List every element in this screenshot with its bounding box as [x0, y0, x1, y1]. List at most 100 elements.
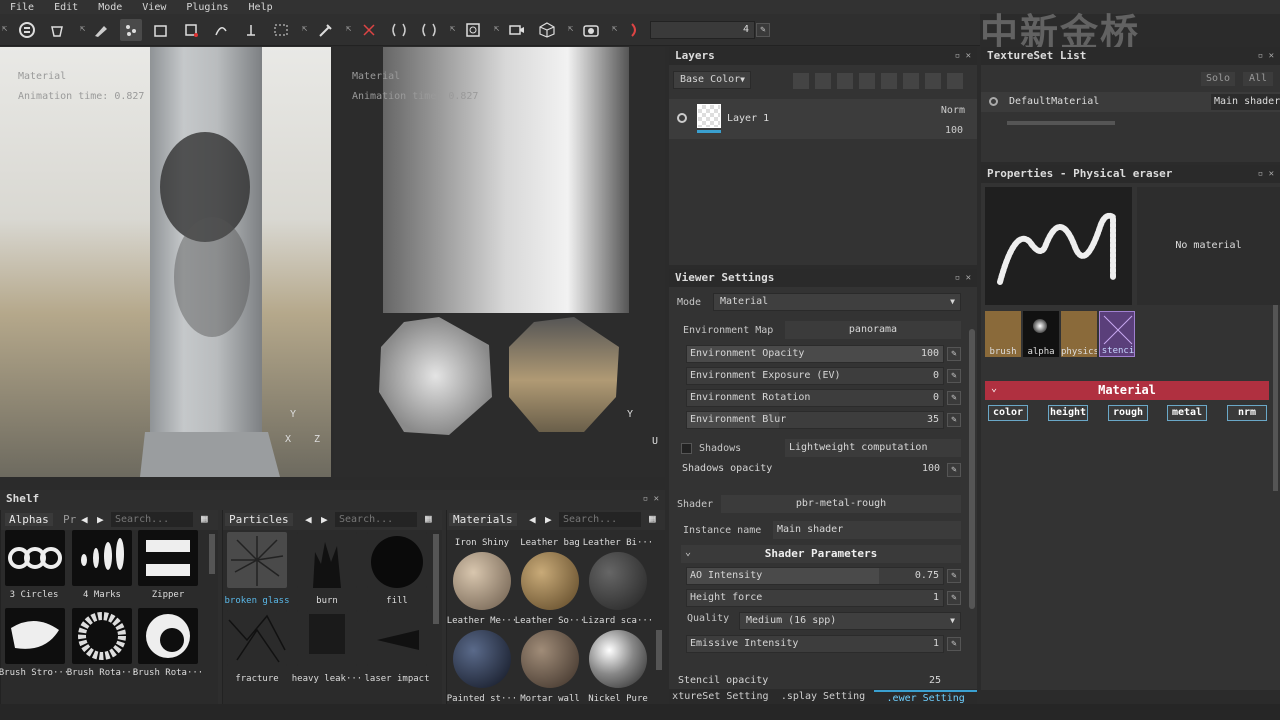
menu-mode[interactable]: Mode [88, 2, 132, 13]
arrow-left-icon[interactable]: ◀ [525, 513, 540, 526]
symmetry-y-icon[interactable] [418, 19, 440, 41]
particle-thumb[interactable] [227, 532, 287, 588]
instance-field[interactable]: Main shader [773, 521, 961, 539]
particles-scrollbar[interactable] [433, 534, 439, 624]
env-rotation-slider[interactable]: Environment Rotation 0 [686, 389, 944, 407]
mask-icon[interactable] [815, 73, 831, 89]
all-button[interactable]: All [1243, 72, 1273, 86]
arrow-right-icon[interactable]: ▶ [93, 513, 108, 526]
material-sphere[interactable] [589, 630, 647, 688]
materials-title[interactable]: Materials [449, 513, 517, 526]
pencil-icon[interactable]: ✎ [947, 569, 961, 583]
screenshot-icon[interactable] [580, 19, 602, 41]
pencil-icon[interactable]: ✎ [947, 463, 961, 477]
trash-icon[interactable] [947, 73, 963, 89]
shader-field[interactable]: pbr-metal-rough [721, 495, 961, 513]
search-input[interactable]: Search... [559, 512, 641, 527]
material-sphere[interactable] [453, 630, 511, 688]
viewer-scrollbar[interactable] [969, 329, 975, 609]
pressure-icon[interactable] [624, 19, 646, 41]
brush-slot[interactable]: brush [985, 311, 1021, 357]
fill-icon[interactable] [881, 73, 897, 89]
texture-icon[interactable] [462, 19, 484, 41]
eye-icon[interactable] [989, 97, 998, 106]
material-sphere[interactable] [453, 552, 511, 610]
symmetry-icon[interactable] [358, 19, 380, 41]
chip-height[interactable]: height [1048, 405, 1088, 421]
chip-nrm[interactable]: nrm [1227, 405, 1267, 421]
polygon-fill-icon[interactable] [180, 19, 202, 41]
alphas-scrollbar[interactable] [209, 534, 215, 574]
project-icon[interactable] [16, 19, 38, 41]
tool-options-icon[interactable]: ⇱ [346, 24, 356, 36]
tab-textureset-settings[interactable]: xtureSet Setting [669, 690, 772, 704]
color-picker-icon[interactable] [314, 19, 336, 41]
bucket-icon[interactable] [46, 19, 68, 41]
menu-help[interactable]: Help [239, 2, 283, 13]
channel-dropdown[interactable]: Base Color ▼ [673, 71, 751, 89]
search-input[interactable]: Search... [111, 512, 193, 527]
symmetry-x-icon[interactable] [388, 19, 410, 41]
camera-icon[interactable] [506, 19, 528, 41]
alpha-thumb[interactable] [72, 530, 132, 586]
tab-viewer-settings[interactable]: .ewer Setting [874, 690, 978, 704]
solo-button[interactable]: Solo [1201, 72, 1235, 86]
materials-scrollbar[interactable] [656, 630, 662, 670]
tool-options-icon[interactable]: ⇱ [2, 24, 12, 36]
alpha-thumb[interactable] [72, 608, 132, 664]
tool-options-icon[interactable]: ⇱ [302, 24, 312, 36]
cube-icon[interactable] [536, 19, 558, 41]
alpha-slot[interactable]: alpha [1023, 311, 1059, 357]
viewport-2d[interactable]: Y U Material Animation time: 0.827 [334, 47, 665, 477]
brush-size-slider[interactable]: 4 [650, 21, 755, 39]
smudge-icon[interactable] [210, 19, 232, 41]
alpha-thumb[interactable] [138, 608, 198, 664]
tool-options-icon[interactable]: ⇱ [612, 24, 622, 36]
shadows-checkbox[interactable] [681, 443, 692, 454]
arrow-right-icon[interactable]: ▶ [317, 513, 332, 526]
particle-thumb[interactable] [367, 532, 427, 588]
tool-options-icon[interactable]: ⇱ [568, 24, 578, 36]
arrow-left-icon[interactable]: ◀ [301, 513, 316, 526]
tool-options-icon[interactable]: ⇱ [494, 24, 504, 36]
textureset-row[interactable]: DefaultMaterial Main shader [981, 92, 1280, 112]
menu-edit[interactable]: Edit [44, 2, 88, 13]
shadows-opacity-slider[interactable]: Shadows opacity 100 [679, 461, 944, 479]
arrow-right-icon[interactable]: ▶ [541, 513, 556, 526]
chip-rough[interactable]: rough [1108, 405, 1148, 421]
env-map-field[interactable]: panorama [785, 321, 961, 339]
fx-icon[interactable] [793, 73, 809, 89]
stencil-slot[interactable]: stenci [1099, 311, 1135, 357]
particle-thumb[interactable] [227, 610, 287, 666]
layer-row[interactable]: Layer 1 Norm 100 [669, 99, 977, 139]
tool-options-icon[interactable]: ⇱ [80, 24, 90, 36]
env-exposure-slider[interactable]: Environment Exposure (EV) 0 [686, 367, 944, 385]
particles-title[interactable]: Particles [225, 513, 293, 526]
emissive-intensity-slider[interactable]: Emissive Intensity 1 [686, 635, 944, 653]
properties-scrollbar[interactable] [1273, 305, 1278, 491]
clone-icon[interactable] [240, 19, 262, 41]
grid-view-icon[interactable]: ▦ [421, 512, 436, 525]
grid-view-icon[interactable]: ▦ [645, 512, 660, 525]
arrow-left-icon[interactable]: ◀ [77, 513, 92, 526]
refresh-icon[interactable] [903, 73, 919, 89]
pencil-icon[interactable]: ✎ [947, 391, 961, 405]
env-blur-slider[interactable]: Environment Blur 35 [686, 411, 944, 429]
tool-options-icon[interactable]: ⇱ [450, 24, 460, 36]
eraser-icon[interactable] [270, 19, 292, 41]
menu-view[interactable]: View [132, 2, 176, 13]
pencil-icon[interactable]: ✎ [947, 591, 961, 605]
pencil-icon[interactable]: ✎ [756, 23, 770, 37]
tab-display-settings[interactable]: .splay Setting [772, 690, 875, 704]
env-opacity-slider[interactable]: Environment Opacity 100 [686, 345, 944, 363]
material-sphere[interactable] [589, 552, 647, 610]
grid-view-icon[interactable]: ▦ [197, 512, 212, 525]
material-header[interactable]: ⌄ Material [985, 381, 1269, 400]
particle-brush-icon[interactable] [120, 19, 142, 41]
layers-icon[interactable] [859, 73, 875, 89]
add-folder-icon[interactable] [925, 73, 941, 89]
layer-opacity[interactable]: 100 [945, 125, 963, 136]
material-sphere[interactable] [521, 552, 579, 610]
projection-icon[interactable] [150, 19, 172, 41]
eraser-icon[interactable] [837, 73, 853, 89]
